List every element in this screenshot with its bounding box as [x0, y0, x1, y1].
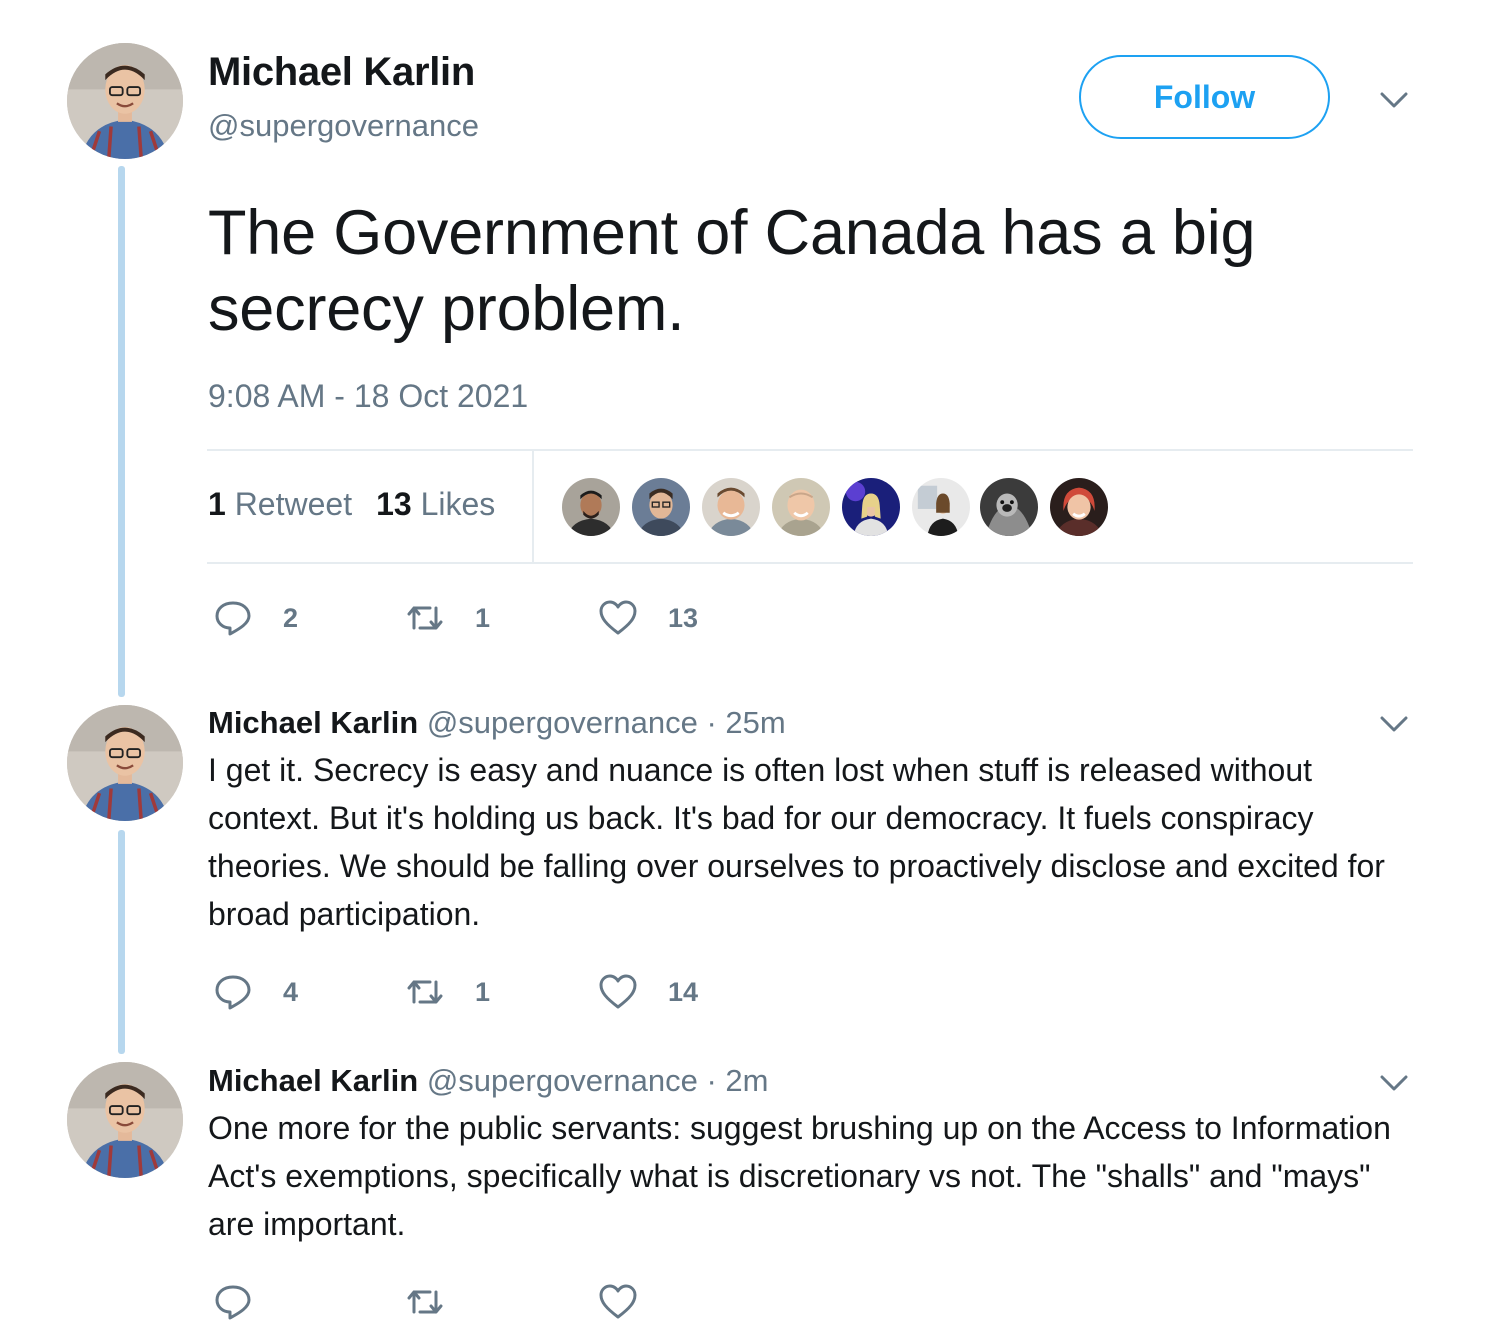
like-action-count: 14	[668, 976, 699, 1007]
reply-time[interactable]: · 25m	[706, 705, 785, 740]
reply-header: Michael Karlin @supergovernance · 2m	[208, 1063, 768, 1099]
tweet-text: The Government of Canada has a big secre…	[208, 198, 1256, 344]
reply-time[interactable]: · 2m	[706, 1063, 768, 1098]
speech-bubble-icon	[215, 1285, 251, 1320]
heart-icon	[599, 1284, 637, 1319]
reply-count: 2	[283, 602, 299, 633]
chevron-down-icon[interactable]	[1379, 1073, 1409, 1093]
author-avatar[interactable]	[67, 43, 183, 159]
heart-icon	[599, 600, 637, 635]
like-action[interactable]	[598, 1282, 668, 1322]
liker-avatar[interactable]	[562, 478, 620, 536]
retweet-stat[interactable]: 1 Retweet	[208, 486, 352, 522]
reply-author-name[interactable]: Michael Karlin	[208, 705, 418, 740]
reply-count: 4	[283, 976, 299, 1007]
liker-avatar[interactable]	[772, 478, 830, 536]
like-stat[interactable]: 13 Likes	[376, 486, 495, 522]
author-avatar[interactable]	[67, 705, 183, 821]
liker-avatar[interactable]	[980, 478, 1038, 536]
reply-action[interactable]: 4	[213, 972, 298, 1012]
retweet-action[interactable]: 1	[405, 972, 490, 1012]
reply-text: One more for the public servants: sugges…	[208, 1110, 1391, 1242]
reply-author-name[interactable]: Michael Karlin	[208, 1063, 418, 1098]
reply-text: I get it. Secrecy is easy and nuance is …	[208, 752, 1385, 932]
like-stat-label: Likes	[420, 486, 496, 522]
liker-avatar[interactable]	[1050, 478, 1108, 536]
like-count: 13	[376, 486, 412, 522]
engagement-stats: 1 Retweet 13 Likes	[208, 486, 495, 523]
tweet-timestamp[interactable]: 9:08 AM - 18 Oct 2021	[208, 378, 528, 415]
author-name[interactable]: Michael Karlin	[208, 50, 475, 95]
retweet-action[interactable]	[405, 1282, 475, 1322]
reply-author-handle[interactable]: @supergovernance	[427, 705, 698, 740]
divider	[207, 562, 1413, 564]
like-action-count: 13	[668, 602, 699, 633]
thread-line	[118, 830, 125, 1054]
reply-header: Michael Karlin @supergovernance · 25m	[208, 705, 786, 741]
liker-avatar[interactable]	[912, 478, 970, 536]
reply-action[interactable]	[213, 1282, 283, 1322]
heart-icon	[599, 974, 637, 1009]
liker-avatar[interactable]	[702, 478, 760, 536]
retweet-arrows-icon	[407, 980, 443, 1004]
reply-author-handle[interactable]: @supergovernance	[427, 1063, 698, 1098]
retweet-action-count: 1	[475, 602, 491, 633]
reply-action[interactable]: 2	[213, 598, 298, 638]
follow-button[interactable]: Follow	[1079, 55, 1330, 139]
speech-bubble-icon	[215, 601, 251, 636]
divider	[532, 450, 534, 563]
retweet-stat-label: Retweet	[234, 486, 353, 522]
like-action[interactable]: 13	[598, 598, 698, 638]
retweet-arrows-icon	[407, 606, 443, 630]
retweet-count: 1	[208, 486, 226, 522]
retweet-arrows-icon	[407, 1290, 443, 1314]
author-avatar[interactable]	[67, 1062, 183, 1178]
chevron-down-icon[interactable]	[1379, 90, 1409, 110]
author-handle[interactable]: @supergovernance	[208, 108, 479, 144]
liker-avatar[interactable]	[842, 478, 900, 536]
retweet-action[interactable]: 1	[405, 598, 490, 638]
speech-bubble-icon	[215, 975, 251, 1010]
divider	[207, 449, 1413, 451]
like-action[interactable]: 14	[598, 972, 698, 1012]
liker-avatar[interactable]	[632, 478, 690, 536]
thread-line	[118, 166, 125, 697]
chevron-down-icon[interactable]	[1379, 714, 1409, 734]
retweet-action-count: 1	[475, 976, 491, 1007]
